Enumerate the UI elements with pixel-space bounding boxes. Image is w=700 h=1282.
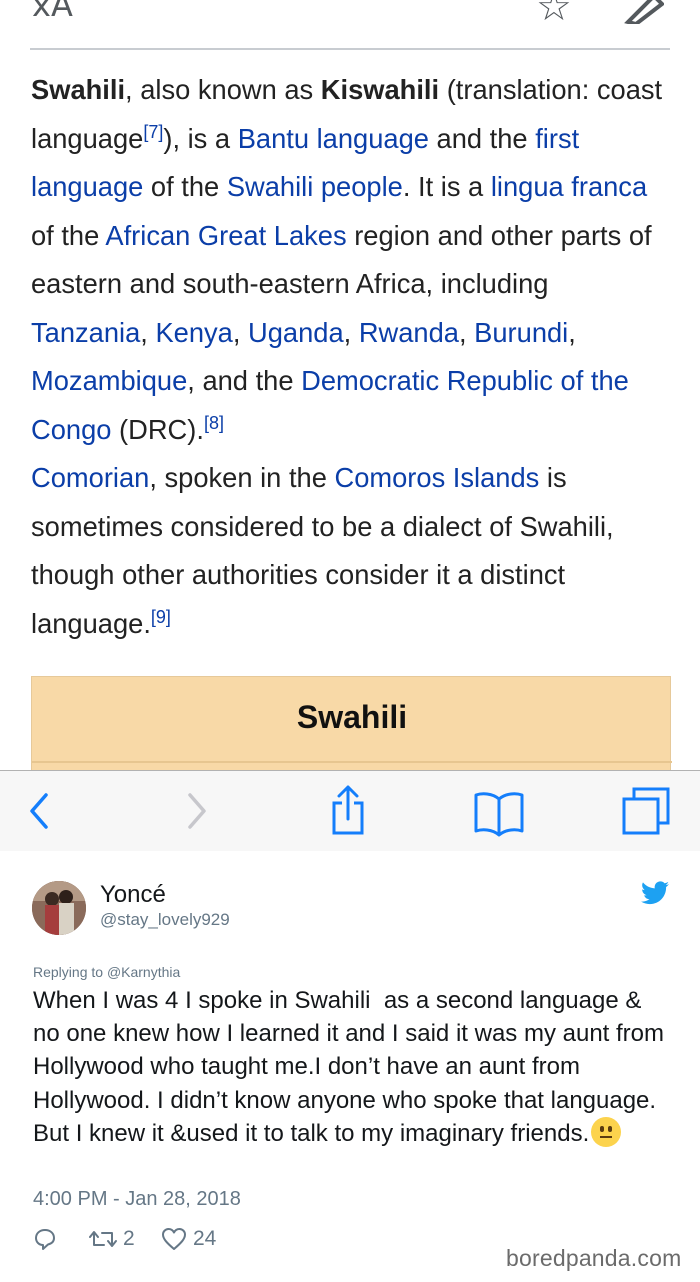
replying-to-line: Replying to @Karnythia (33, 964, 180, 980)
link-mozambique[interactable]: Mozambique (31, 365, 187, 396)
text: . It is a (402, 171, 491, 202)
text: , also known as (125, 74, 321, 105)
retweet-button[interactable]: 2 (89, 1224, 135, 1254)
text: of the (143, 171, 227, 202)
link-rwanda[interactable]: Rwanda (359, 317, 459, 348)
text: , (458, 316, 475, 348)
neutral-face-emoji (591, 1116, 622, 1147)
link-african-great-lakes[interactable]: African Great Lakes (105, 220, 346, 251)
forward-chevron-icon[interactable] (180, 783, 212, 839)
avatar[interactable] (32, 881, 86, 935)
link-swahili-people[interactable]: Swahili people (227, 171, 403, 202)
share-icon[interactable] (326, 783, 370, 839)
link-tanzania[interactable]: Tanzania (31, 317, 140, 348)
back-chevron-icon[interactable] (24, 783, 56, 839)
tabs-icon[interactable] (620, 783, 674, 839)
article-paragraph: Swahili, also known as Kiswahili (transl… (31, 66, 671, 648)
tweet-text-content: When I was 4 I spoke in Swahili as a sec… (33, 987, 671, 1147)
text: (DRC). (111, 413, 204, 445)
link-kenya[interactable]: Kenya (155, 317, 232, 348)
reply-icon (35, 1229, 55, 1250)
retweet-count: 2 (123, 1227, 135, 1250)
article-toolbar: ẋA ☆ (30, 0, 670, 50)
edit-pencil-icon[interactable] (624, 0, 664, 24)
infobox: Swahili (31, 676, 672, 770)
text: , (343, 316, 359, 348)
citation-8[interactable]: [8] (204, 412, 224, 432)
link-bantu-language[interactable]: Bantu language (238, 123, 429, 154)
link-comoros-islands[interactable]: Comoros Islands (334, 462, 539, 493)
term-swahili: Swahili (31, 74, 126, 105)
heart-icon (162, 1228, 186, 1250)
tweet-timestamp[interactable]: 4:00 PM - Jan 28, 2018 (33, 1188, 241, 1211)
citation-7[interactable]: [7] (143, 121, 163, 141)
wikipedia-article-view: ẋA ☆ Swahili, also known as Kiswahili (t… (0, 0, 700, 770)
text: ), is a (163, 122, 238, 154)
watermark: boredpanda.com (506, 1245, 682, 1271)
text: of the (31, 219, 106, 251)
infobox-title: Swahili (296, 699, 408, 735)
translate-icon[interactable]: ẋA (32, 0, 73, 24)
link-comorian[interactable]: Comorian (31, 462, 149, 493)
text: , spoken in the (149, 462, 335, 493)
replying-to-handle[interactable]: @Karnythia (107, 964, 180, 980)
twitter-bird-icon[interactable] (641, 881, 669, 905)
tweet-text: When I was 4 I spoke in Swahili as a sec… (33, 984, 673, 1150)
tweet-card: Yoncé @stay_lovely929 Replying to @Karny… (0, 851, 700, 1282)
bookmarks-icon[interactable] (472, 783, 526, 839)
text: , (140, 316, 156, 348)
citation-9[interactable]: [9] (151, 606, 171, 626)
link-burundi[interactable]: Burundi (474, 317, 568, 348)
like-button[interactable]: 24 (161, 1224, 216, 1254)
replying-prefix: Replying to (33, 964, 107, 980)
link-uganda[interactable]: Uganda (248, 317, 344, 348)
reply-button[interactable] (33, 1224, 57, 1254)
retweet-icon (89, 1231, 117, 1247)
text: , (232, 316, 249, 348)
safari-bottom-toolbar (0, 770, 700, 852)
user-handle[interactable]: @stay_lovely929 (100, 910, 230, 930)
like-count: 24 (193, 1227, 217, 1250)
link-lingua-franca[interactable]: lingua franca (491, 171, 647, 202)
term-kiswahili: Kiswahili (320, 74, 440, 105)
text: , (568, 316, 576, 348)
text: , and the (187, 365, 302, 396)
avatar-photo (32, 881, 86, 935)
text: and the (428, 122, 536, 154)
star-icon[interactable]: ☆ (536, 0, 572, 30)
display-name[interactable]: Yoncé (100, 881, 166, 909)
infobox-divider (32, 761, 672, 763)
